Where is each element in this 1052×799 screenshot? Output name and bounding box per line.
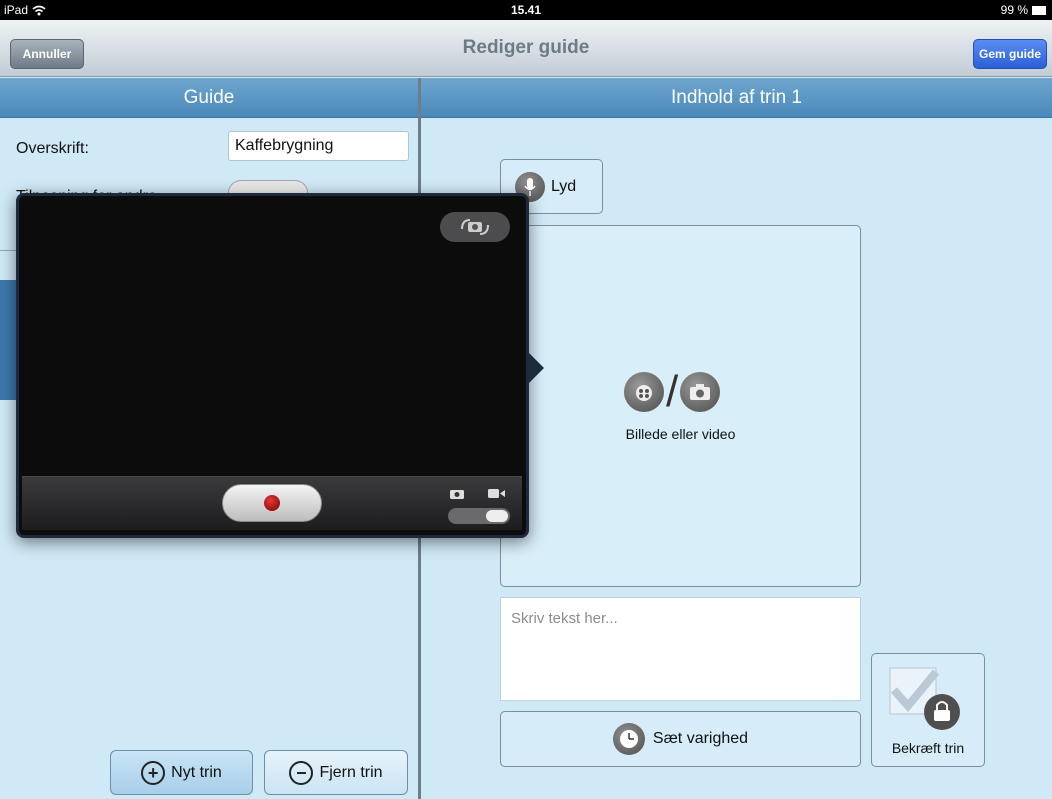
- video-reel-icon: [624, 372, 664, 412]
- remove-step-button[interactable]: − Fjern trin: [264, 750, 408, 795]
- set-duration-button[interactable]: Sæt varighed: [500, 711, 861, 767]
- camera-flip-icon: [461, 219, 489, 235]
- photo-mode-icon: [450, 490, 464, 499]
- camera-icon: [680, 372, 721, 412]
- clock-time: 15.41: [510, 3, 542, 17]
- popover-arrow: [526, 350, 544, 386]
- heading-label: Overskrift:: [16, 140, 89, 157]
- media-icons: /: [624, 367, 721, 416]
- photo-video-switch[interactable]: [448, 508, 510, 524]
- duration-label: Sæt varighed: [652, 730, 749, 747]
- navigation-bar: Annuller Rediger guide Gem guide: [0, 20, 1052, 77]
- confirm-step-button[interactable]: Bekræft trin: [871, 653, 985, 767]
- clock-icon: [612, 723, 645, 755]
- camera-flip-button[interactable]: [440, 212, 510, 242]
- media-label: Billede eller video: [625, 426, 736, 442]
- step-content-header: Indhold af trin 1: [421, 78, 1052, 118]
- guide-section-header: Guide: [0, 78, 418, 118]
- video-mode-icon: [488, 489, 505, 498]
- status-bar: iPad 15.41 99 %: [0, 0, 1052, 20]
- minus-circle-icon: −: [289, 760, 314, 785]
- step-text-input[interactable]: Skriv tekst her...: [500, 597, 861, 701]
- switch-knob: [486, 510, 508, 522]
- ipad-screen: iPad 15.41 99 % Annuller Rediger guide G…: [0, 0, 1052, 799]
- remove-step-label: Fjern trin: [319, 763, 383, 781]
- record-icon: [264, 495, 280, 511]
- add-step-label: Nyt trin: [171, 763, 222, 781]
- heading-input[interactable]: Kaffebrygning: [228, 131, 409, 161]
- sound-label: Lyd: [551, 177, 577, 195]
- confirm-label: Bekræft trin: [891, 740, 965, 756]
- checkbox-lock-icon: [889, 667, 960, 730]
- add-step-button[interactable]: + Nyt trin: [110, 750, 253, 795]
- battery-percent: 99 %: [1000, 3, 1028, 17]
- plus-circle-icon: +: [141, 760, 166, 785]
- save-guide-button[interactable]: Gem guide: [973, 39, 1047, 69]
- slash-divider: /: [666, 367, 679, 416]
- shutter-button[interactable]: [222, 484, 322, 522]
- battery-icon: [1032, 5, 1046, 15]
- page-title: Rediger guide: [462, 37, 590, 58]
